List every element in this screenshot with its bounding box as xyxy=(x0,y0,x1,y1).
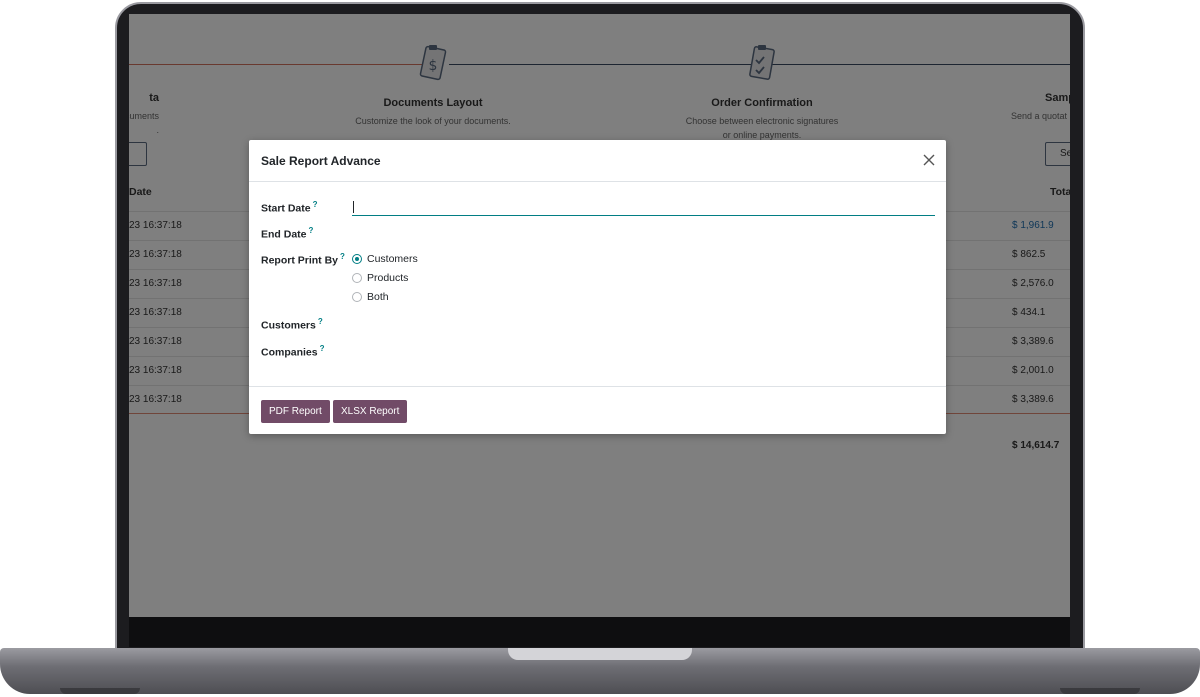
start-date-input[interactable] xyxy=(352,199,935,216)
help-tooltip-icon[interactable]: ? xyxy=(320,344,325,353)
dialog-title: Sale Report Advance xyxy=(261,154,381,168)
dialog-header: Sale Report Advance xyxy=(249,140,946,182)
text-cursor xyxy=(353,201,354,213)
end-date-label: End Date? xyxy=(261,226,314,241)
customers-label: Customers? xyxy=(261,317,323,332)
help-tooltip-icon[interactable]: ? xyxy=(309,226,314,235)
sale-report-dialog: Sale Report Advance Start Date? End Date… xyxy=(249,140,946,434)
radio-checked-icon[interactable] xyxy=(352,254,362,264)
laptop-foot-left xyxy=(60,688,140,694)
end-date-input[interactable] xyxy=(352,222,935,240)
radio-unchecked-icon[interactable] xyxy=(352,273,362,283)
dialog-footer: PDF Report XLSX Report xyxy=(249,386,946,434)
report-print-by-label: Report Print By? xyxy=(261,252,345,267)
start-date-label: Start Date? xyxy=(261,200,318,215)
help-tooltip-icon[interactable]: ? xyxy=(313,200,318,209)
xlsx-report-button[interactable]: XLSX Report xyxy=(333,400,408,423)
radio-customers[interactable]: Customers xyxy=(352,252,418,266)
customers-input[interactable] xyxy=(352,314,935,332)
laptop-foot-right xyxy=(1060,688,1140,694)
radio-label: Products xyxy=(367,272,409,284)
radio-label: Both xyxy=(367,291,389,303)
help-tooltip-icon[interactable]: ? xyxy=(340,252,345,261)
help-tooltip-icon[interactable]: ? xyxy=(318,317,323,326)
companies-input[interactable] xyxy=(352,341,935,359)
radio-both[interactable]: Both xyxy=(352,290,389,304)
radio-unchecked-icon[interactable] xyxy=(352,292,362,302)
screen-chin xyxy=(129,617,1070,647)
pdf-report-button[interactable]: PDF Report xyxy=(261,400,330,423)
radio-label: Customers xyxy=(367,253,418,265)
companies-label: Companies? xyxy=(261,344,325,359)
laptop-notch xyxy=(508,648,692,660)
close-icon[interactable] xyxy=(922,153,936,167)
radio-products[interactable]: Products xyxy=(352,271,408,285)
